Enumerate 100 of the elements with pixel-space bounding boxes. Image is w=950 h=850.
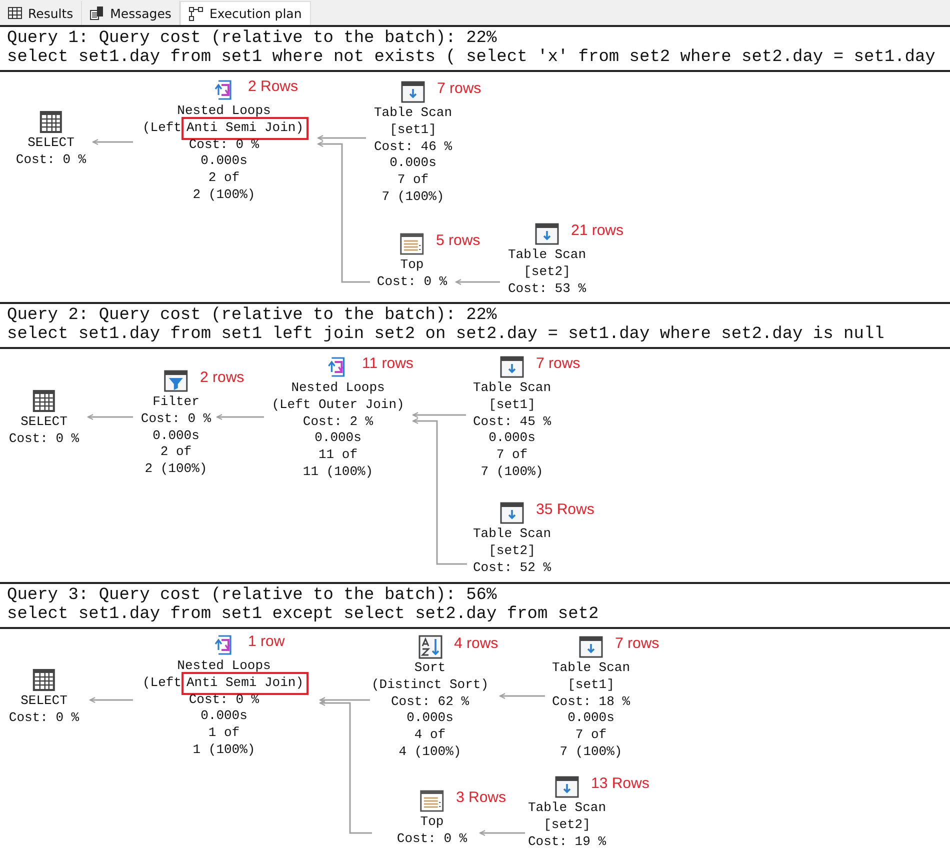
operator-label: Nested Loops [177,103,271,120]
operator-label: Cost: 0 % [188,692,260,708]
operator-label: Cost: 45 % [473,414,551,430]
operator-label: 4 of [414,727,446,744]
connector-arrow [498,693,545,699]
operator-label: Cost: 0 % [376,274,448,291]
row-count-note: 3 Rows [456,789,506,806]
operator-label: 0.000s [390,155,436,172]
operator-label: Cost: 52 % [473,560,551,576]
sql-statement: select set1.day from set1 where not exists ( select 'x' from set2 where set2.day = set1.day [7,48,936,67]
operator-label: Cost: 62 % [390,694,469,710]
table-grid-icon[interactable] [32,668,56,692]
operator-label: 0.000s [314,430,362,448]
operator-label: Cost: 0 % [16,152,86,169]
operator-label: Cost: 19 % [528,834,606,850]
table-grid-icon[interactable] [39,110,63,134]
operator-label: Cost: 53 % [508,280,586,298]
operator-label: 0.000s [406,710,454,728]
table-scan-icon[interactable] [535,223,559,245]
table-scan-icon[interactable] [500,502,524,524]
row-count-note: 7 rows [615,635,660,652]
operator-label: (Distinct Sort) [371,676,489,694]
operator-label: 7 of [397,172,429,189]
operator-label: Table Scan [374,105,452,122]
row-count-note: 4 rows [454,635,498,652]
operator-label: Cost: 0 % [140,410,212,428]
list-icon[interactable] [420,790,444,812]
operator-label: Table Scan [473,380,551,397]
operator-label: Cost: 46 % [374,138,452,156]
operator-label: 1 of [208,725,240,742]
row-count-note: 7 rows [536,355,580,372]
table-scan-icon[interactable] [579,636,603,658]
operator-label: Top [420,814,444,831]
row-count-note: 11 rows [362,355,414,372]
operator-label: 0.000s [152,428,200,444]
sql-statement: select set1.day from set1 left join set2 on set2.day = set1.day where set2.day is null [7,325,884,344]
operator-label: SELECT [28,135,74,152]
operator-label: (Left Outer Join) [272,396,404,414]
tab[interactable]: Execution plan [180,1,311,25]
operator-label: Cost: 0 % [8,710,80,727]
operator-label: Cost: 0 % [188,136,260,154]
operator-label: (Left [142,674,182,692]
operator-label: 2 of [208,170,240,187]
operator-label: 7 (100%) [480,464,544,481]
document-icon [90,6,104,20]
operator-label: 2 (100%) [192,186,256,204]
operator-label: SELECT [20,693,68,710]
query-cost-title: Query 2: Query cost (relative to the batch): 22% [7,306,497,325]
operator-label: 7 (100%) [382,188,444,206]
table-scan-icon[interactable] [555,776,579,798]
table-scan-icon[interactable] [401,81,425,103]
row-count-note: 13 Rows [591,775,650,792]
operator-label: 0.000s [488,430,536,448]
operator-label: 11 of [318,447,358,464]
row-count-note: 2 rows [200,369,244,386]
row-count-note: 7 rows [437,80,482,97]
operator-label: Table Scan [508,247,586,264]
filter-icon[interactable] [164,370,188,392]
connector-arrow [88,697,133,703]
operator-label: Filter [152,394,200,411]
query-cost-title: Query 1: Query cost (relative to the batch): 22% [7,29,497,48]
operator-label: Cost: 0 % [396,830,468,848]
operator-label: 0.000s [200,153,248,170]
connector-arrow [92,139,133,145]
operator-label: [set2] [524,264,570,281]
operator-label: 0.000s [568,710,614,728]
operator-label: [set2] [544,816,590,834]
operator-label: Top [400,257,424,274]
grid-icon [8,7,22,19]
highlighted-join-type: Anti Semi Join) [184,120,306,137]
table-grid-icon[interactable] [32,389,56,413]
connector-arrow [454,279,500,285]
sort-icon[interactable] [418,635,442,659]
operator-label: Cost: 0 % [8,430,80,448]
row-count-note: 21 rows [571,222,624,239]
operator-label: Table Scan [552,660,630,677]
operator-label: Nested Loops [291,380,385,397]
operator-label: Sort [414,660,446,677]
connector-arrow [478,830,525,836]
operator-label: 2 (100%) [144,461,208,478]
operator-label: SELECT [20,414,68,431]
operator-label: 7 of [496,447,528,464]
plan-icon [189,6,204,20]
operator-label: (Left [142,120,182,137]
list-icon[interactable] [400,233,424,255]
operator-label: 4 (100%) [398,744,462,761]
operator-label: [set1] [390,122,436,139]
operator-label: 1 (100%) [192,742,256,759]
sql-statement: select set1.day from set1 except select set2.day from set2 [7,605,599,624]
highlighted-join-type: Anti Semi Join) [184,674,306,692]
operator-label: Table Scan [473,526,551,543]
table-scan-icon[interactable] [500,356,524,378]
operator-label: 7 of [575,727,607,744]
operator-label: Cost: 18 % [552,694,630,710]
operator-label: 0.000s [200,708,248,726]
operator-label: Table Scan [528,800,606,817]
operator-label: 2 of [160,444,192,462]
query-cost-title: Query 3: Query cost (relative to the batch): 56% [7,586,497,605]
row-count-note: 5 rows [436,232,480,249]
operator-label: [set1] [568,676,614,694]
